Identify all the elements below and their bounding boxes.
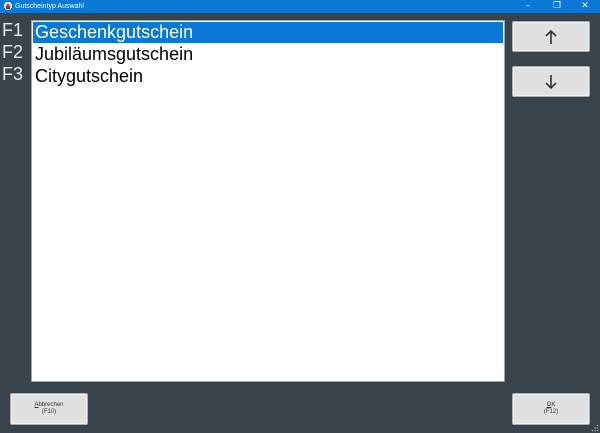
close-button[interactable]: ✕ — [571, 0, 599, 13]
cancel-button[interactable]: Abbrechen (F10) — [10, 393, 88, 425]
list-item-geschenkgutschein[interactable]: Geschenkgutschein — [33, 22, 503, 43]
cancel-label-rest: bbrechen — [38, 402, 64, 408]
list-item-citygutschein[interactable]: Citygutschein — [33, 66, 503, 87]
cancel-button-label: Abbrechen — [11, 402, 87, 409]
maximize-button[interactable]: ❐ — [543, 0, 571, 13]
arrow-down-icon — [545, 74, 557, 89]
resize-grip-icon[interactable] — [590, 424, 599, 432]
fkey-label-f2: F2 — [2, 42, 24, 62]
arrow-up-icon — [545, 29, 557, 44]
ok-shortcut: (F12) — [543, 409, 559, 415]
fkey-label-f1: F1 — [2, 20, 24, 40]
voucher-type-list[interactable]: Geschenkgutschein Jubiläumsgutschein Cit… — [31, 20, 505, 382]
fkey-label-f3: F3 — [2, 64, 24, 84]
minimize-button[interactable]: – — [514, 0, 542, 13]
ok-button[interactable]: OK (F12) — [512, 393, 590, 425]
ok-button-label: OK — [513, 402, 589, 409]
title-bar[interactable]: Gutscheintyp Auswahl – ❐ ✕ — [0, 0, 600, 13]
list-item-jubilaeumsgutschein[interactable]: Jubiläumsgutschein — [33, 44, 503, 65]
scroll-down-button[interactable] — [512, 66, 590, 97]
cancel-shortcut: (F10) — [41, 409, 57, 415]
ok-label-rest: K — [551, 402, 556, 408]
scroll-up-button[interactable] — [512, 21, 590, 52]
window-title: Gutscheintyp Auswahl — [15, 3, 84, 10]
app-icon — [4, 2, 12, 10]
